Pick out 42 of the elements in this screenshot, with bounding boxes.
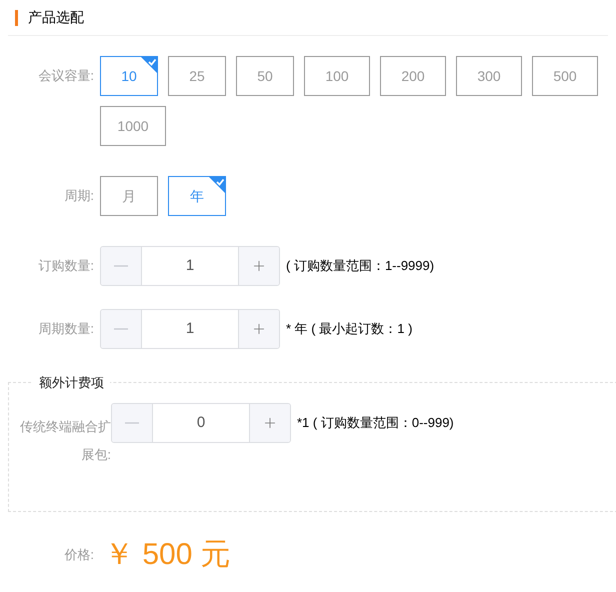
quantity-input[interactable]: 0 [153, 404, 249, 442]
increment-button[interactable] [238, 247, 279, 285]
increment-button[interactable] [249, 404, 290, 442]
quantity-stepper[interactable]: 1 [100, 309, 280, 349]
plus-icon [262, 415, 278, 431]
option-button[interactable]: 50 [236, 56, 294, 96]
option-button[interactable]: 年 [168, 176, 226, 216]
plus-icon [251, 258, 267, 274]
range-note: * 年 ( 最小起订数：1 ) [286, 320, 412, 338]
section-title: 产品选配 [28, 8, 84, 27]
range-note: ( 订购数量范围：1--9999) [286, 257, 434, 276]
field-label: 会议容量: [38, 67, 94, 85]
field-label: 价格: [64, 546, 94, 564]
field-label: 周期数量: [38, 320, 94, 338]
minus-icon [125, 422, 139, 424]
check-corner-icon [209, 177, 225, 193]
field-label: 周期: [64, 187, 94, 206]
minus-icon [114, 265, 128, 267]
decrement-button[interactable] [101, 310, 142, 348]
option-button[interactable]: 1000 [100, 106, 166, 146]
decrement-button[interactable] [101, 247, 142, 285]
quantity-stepper[interactable]: 0 [111, 403, 291, 443]
option-button[interactable]: 25 [168, 56, 226, 96]
check-corner-icon [141, 57, 157, 73]
minus-icon [114, 328, 128, 330]
field-label: 传统终端融合扩展包: [19, 418, 111, 464]
price-value: ￥ 500 元 [103, 537, 231, 573]
range-note: *1 ( 订购数量范围：0--999) [297, 414, 454, 432]
decrement-button[interactable] [112, 404, 153, 442]
option-button[interactable]: 500 [532, 56, 598, 96]
accent-bar [15, 10, 18, 26]
option-button[interactable]: 10 [100, 56, 158, 96]
option-button[interactable]: 100 [304, 56, 370, 96]
option-button[interactable]: 300 [456, 56, 522, 96]
increment-button[interactable] [238, 310, 279, 348]
option-button[interactable]: 月 [100, 176, 158, 216]
option-button[interactable]: 200 [380, 56, 446, 96]
quantity-input[interactable]: 1 [142, 247, 238, 285]
quantity-input[interactable]: 1 [142, 310, 238, 348]
plus-icon [251, 321, 267, 337]
field-label: 订购数量: [38, 257, 94, 276]
quantity-stepper[interactable]: 1 [100, 246, 280, 286]
